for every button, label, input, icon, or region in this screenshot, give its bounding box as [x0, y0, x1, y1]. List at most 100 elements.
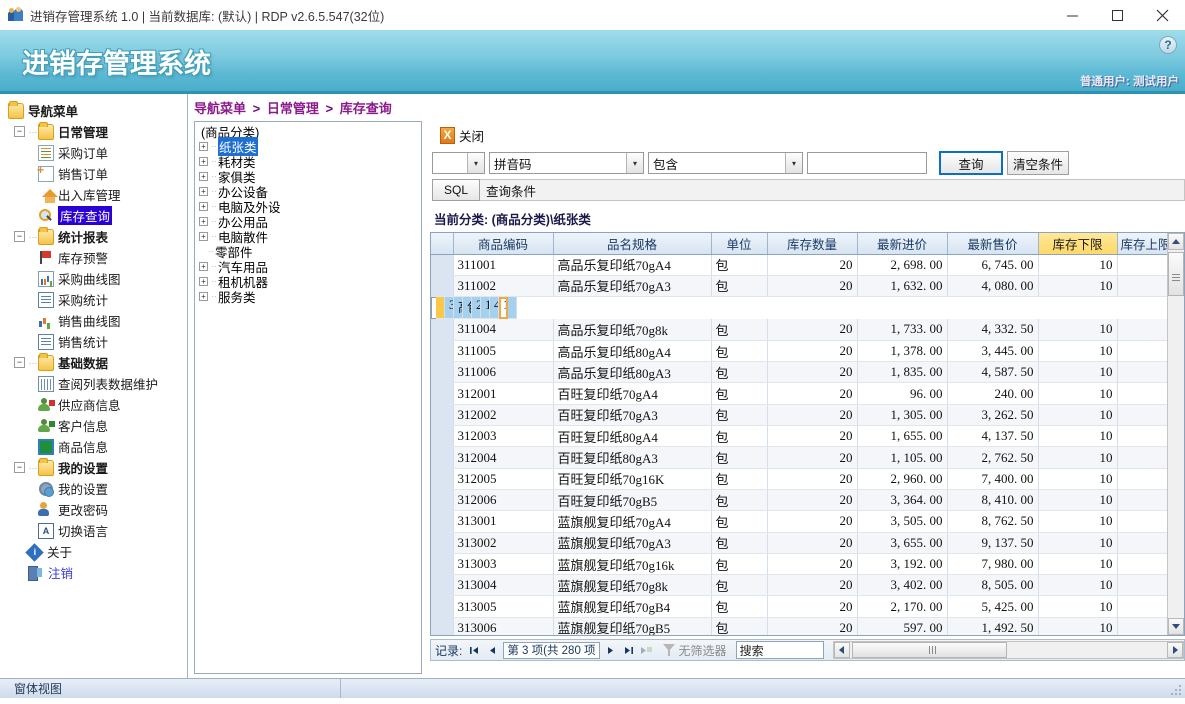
cell-unit[interactable]: 包: [711, 596, 767, 617]
cell-quantity[interactable]: 20: [767, 254, 857, 275]
cell-quantity[interactable]: 20: [767, 489, 857, 510]
cell-unit[interactable]: 包: [463, 297, 472, 318]
chevron-down-icon[interactable]: ▾: [467, 153, 484, 173]
cell-min-stock[interactable]: 10: [1038, 362, 1117, 383]
collapse-expander-icon[interactable]: −: [14, 462, 25, 473]
cell-sale-price[interactable]: 4, 587. 50: [947, 362, 1038, 383]
cell-sale-price[interactable]: 6, 745. 00: [947, 254, 1038, 275]
sql-condition-field[interactable]: 查询条件: [480, 179, 1185, 201]
cell-code[interactable]: 312001: [453, 383, 553, 404]
cell-min-stock[interactable]: 10: [1038, 254, 1117, 275]
table-row[interactable]: 313006蓝旗舰复印纸70gB5包20597. 001, 492. 5010: [431, 617, 1173, 636]
sidebar-item-my-settings[interactable]: 我的设置: [4, 478, 187, 499]
cell-min-stock[interactable]: 10: [1038, 575, 1117, 596]
cell-sale-price[interactable]: 3, 445. 00: [947, 340, 1038, 361]
sidebar-item-sales-stats[interactable]: 销售统计: [4, 331, 187, 352]
previous-record-button[interactable]: [485, 641, 500, 659]
sidebar-group-daily[interactable]: −··· 日常管理: [4, 121, 187, 142]
row-selector[interactable]: [431, 553, 453, 574]
sidebar-item-switch-language[interactable]: A 切换语言: [4, 520, 187, 541]
cell-min-stock[interactable]: 10: [1038, 404, 1117, 425]
sidebar-item-stock-alert[interactable]: 库存预警: [4, 247, 187, 268]
cell-max-stock[interactable]: [1117, 617, 1173, 636]
cell-unit[interactable]: 包: [711, 254, 767, 275]
cell-sale-price[interactable]: 9, 137. 50: [947, 532, 1038, 553]
cell-min-stock[interactable]: 10: [1038, 553, 1117, 574]
cell-name[interactable]: 百旺复印纸70gA3: [553, 404, 711, 425]
row-selector[interactable]: [431, 447, 453, 468]
cell-code[interactable]: 311005: [453, 340, 553, 361]
expand-node-icon[interactable]: +: [199, 232, 208, 241]
cell-code[interactable]: 311006: [453, 362, 553, 383]
last-record-button[interactable]: [621, 641, 636, 659]
field-select-1[interactable]: ▾: [432, 152, 485, 174]
row-selector[interactable]: [431, 511, 453, 532]
row-selector[interactable]: [431, 383, 453, 404]
column-header-code[interactable]: 商品编码: [453, 233, 553, 254]
cell-unit[interactable]: 包: [711, 404, 767, 425]
cell-sale-price[interactable]: 7, 400. 00: [947, 468, 1038, 489]
cell-quantity[interactable]: 20: [767, 617, 857, 636]
cell-quantity[interactable]: 20: [767, 362, 857, 383]
sidebar-item-about[interactable]: i 关于: [4, 541, 187, 562]
cell-name[interactable]: 高品乐复印纸70g16k: [454, 297, 463, 318]
row-selector[interactable]: [431, 617, 453, 636]
filter-indicator[interactable]: 无筛选器: [663, 642, 727, 659]
breadcrumb-item-2[interactable]: 库存查询: [340, 101, 392, 116]
maximize-button[interactable]: [1095, 0, 1140, 30]
scroll-down-button[interactable]: [1168, 618, 1184, 635]
cell-min-stock[interactable]: 10: [1038, 511, 1117, 532]
row-selector[interactable]: [431, 254, 453, 275]
cell-unit[interactable]: 包: [711, 275, 767, 296]
collapse-expander-icon[interactable]: −: [14, 357, 25, 368]
cell-name[interactable]: 高品乐复印纸80gA4: [553, 340, 711, 361]
cell-max-stock[interactable]: [1117, 275, 1173, 296]
cell-quantity[interactable]: 20: [767, 553, 857, 574]
column-header-cost[interactable]: 最新进价: [857, 233, 947, 254]
cell-name[interactable]: 高品乐复印纸70g8k: [553, 319, 711, 340]
cell-max-stock[interactable]: [1117, 340, 1173, 361]
cell-code[interactable]: 312006: [453, 489, 553, 510]
sidebar-root-nav-menu[interactable]: 导航菜单: [4, 100, 187, 121]
grid-vertical-scrollbar[interactable]: [1167, 233, 1184, 635]
cell-unit[interactable]: 包: [711, 447, 767, 468]
sql-button[interactable]: SQL: [432, 179, 480, 201]
cell-unit[interactable]: 包: [711, 383, 767, 404]
cell-sale-price[interactable]: 1, 492. 50: [947, 617, 1038, 636]
cell-quantity[interactable]: 20: [767, 426, 857, 447]
cell-max-stock[interactable]: [1117, 362, 1173, 383]
cell-max-stock[interactable]: [1117, 426, 1173, 447]
column-header-min-stock[interactable]: 库存下限: [1038, 233, 1117, 254]
cell-quantity[interactable]: 20: [472, 297, 481, 318]
table-row[interactable]: 312006百旺复印纸70gB5包203, 364. 008, 410. 001…: [431, 489, 1173, 510]
column-header-max-stock[interactable]: 库存上限: [1117, 233, 1173, 254]
sidebar-item-customer[interactable]: 客户信息: [4, 415, 187, 436]
cell-name[interactable]: 百旺复印纸70gB5: [553, 489, 711, 510]
cell-name[interactable]: 蓝旗舰复印纸70g8k: [553, 575, 711, 596]
cell-quantity[interactable]: 20: [767, 468, 857, 489]
cell-max-stock[interactable]: [1117, 511, 1173, 532]
sidebar-group-basedata[interactable]: −··· 基础数据: [4, 352, 187, 373]
table-row[interactable]: 313005蓝旗舰复印纸70gB4包202, 170. 005, 425. 00…: [431, 596, 1173, 617]
cell-code[interactable]: 313006: [453, 617, 553, 636]
column-header-price[interactable]: 最新售价: [947, 233, 1038, 254]
cell-quantity[interactable]: 20: [767, 319, 857, 340]
row-selector[interactable]: [431, 340, 453, 361]
cell-code[interactable]: 313005: [453, 596, 553, 617]
cell-min-stock[interactable]: 10: [1038, 383, 1117, 404]
cell-quantity[interactable]: 20: [767, 383, 857, 404]
collapse-expander-icon[interactable]: −: [14, 126, 25, 137]
cell-sale-price[interactable]: 7, 980. 00: [947, 553, 1038, 574]
expand-node-icon[interactable]: +: [199, 142, 208, 151]
table-row[interactable]: 313004蓝旗舰复印纸70g8k包203, 402. 008, 505. 00…: [431, 575, 1173, 596]
cell-unit[interactable]: 包: [711, 575, 767, 596]
cell-min-stock[interactable]: 10: [1038, 532, 1117, 553]
cell-code[interactable]: 311002: [453, 275, 553, 296]
sidebar-item-supplier[interactable]: 供应商信息: [4, 394, 187, 415]
sidebar-item-lookup-maintenance[interactable]: 查阅列表数据维护: [4, 373, 187, 394]
sidebar-item-purchase-chart[interactable]: 采购曲线图: [4, 268, 187, 289]
cell-code[interactable]: 312002: [453, 404, 553, 425]
cell-cost-price[interactable]: 3, 505. 00: [857, 511, 947, 532]
table-row[interactable]: 312004百旺复印纸80gA3包201, 105. 002, 762. 501…: [431, 447, 1173, 468]
table-row[interactable]: 311004高品乐复印纸70g8k包201, 733. 004, 332. 50…: [431, 319, 1173, 340]
